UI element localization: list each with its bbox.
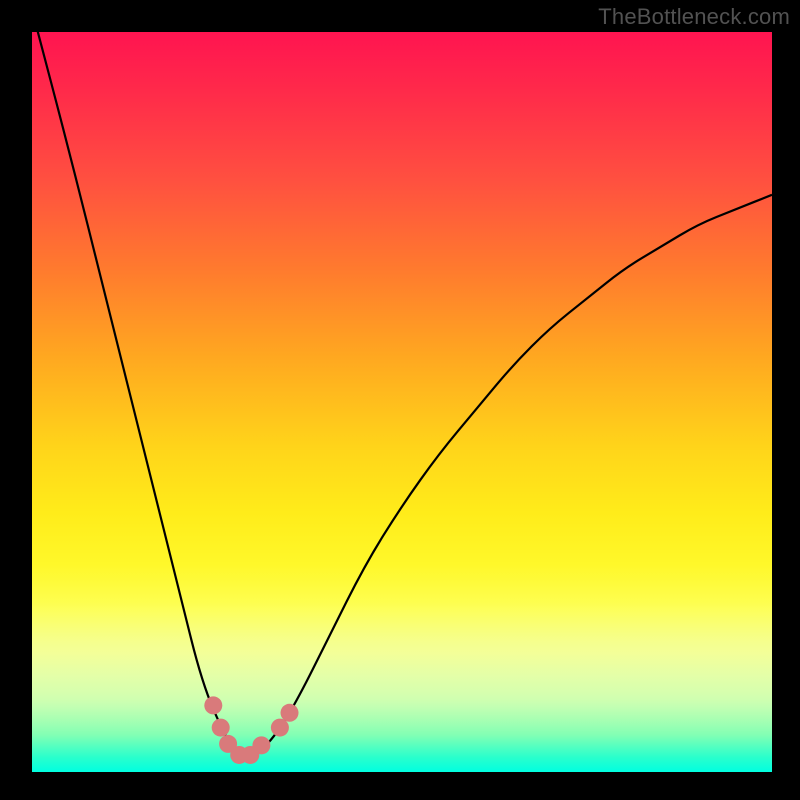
curve-marker [212,719,230,737]
chart-plot-area [32,32,772,772]
curve-marker [271,719,289,737]
curve-marker [204,696,222,714]
chart-svg [32,32,772,772]
bottleneck-curve [32,32,772,757]
watermark-label: TheBottleneck.com [598,4,790,30]
curve-marker [252,736,270,754]
curve-markers [204,696,298,764]
curve-marker [281,704,299,722]
